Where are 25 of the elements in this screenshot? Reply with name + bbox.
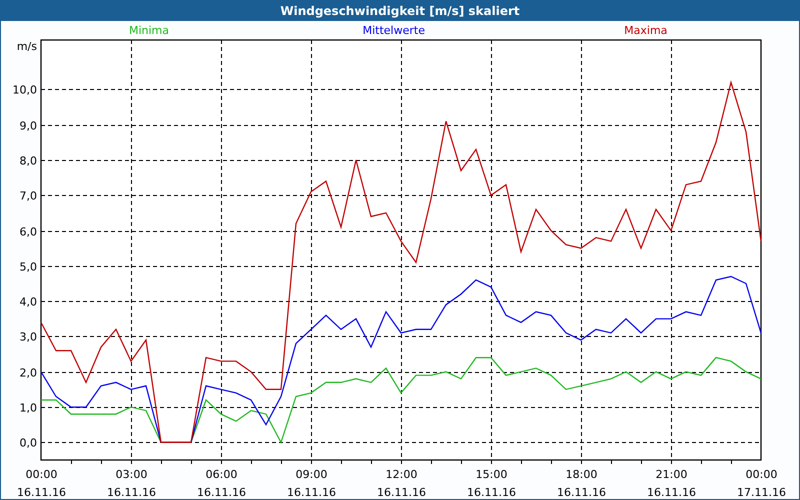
axis-label: 5,0	[20, 260, 37, 274]
axis-label: 06:00 16.11.16	[197, 468, 246, 499]
axis-label: 4,0	[20, 296, 37, 308]
axis-label: 15:00 16.11.16	[467, 468, 516, 499]
axis-label: 18:00 16.11.16	[557, 468, 606, 499]
axis-label: 12:00 16.11.16	[377, 468, 426, 499]
axis-label: 1,0	[20, 402, 37, 414]
axis-label: 3,0	[20, 330, 37, 344]
axis-label: 10,0	[12, 84, 37, 96]
axis-label: 8,0	[20, 154, 37, 168]
window-title: Windgeschwindigkeit [m/s] skaliert	[1, 1, 799, 21]
axis-label: 0,0	[20, 436, 37, 450]
legend-label: Maxima	[624, 24, 668, 37]
axis-title: m/s	[16, 40, 37, 53]
axis-label: 00:00 16.11.16	[17, 468, 66, 499]
legend-label: Mittelwerte	[362, 24, 425, 37]
axis-label: 2,0	[20, 366, 37, 380]
axis-label: 09:00 16.11.16	[287, 468, 336, 499]
axis-label: 03:00 16.11.16	[107, 468, 156, 499]
axis-label: 21:00 16.11.16	[647, 468, 696, 499]
axis-label: 9,0	[20, 120, 37, 132]
legend-label: Minima	[128, 24, 170, 37]
axis-label: 7,0	[20, 190, 37, 202]
axis-label: 00:00 17.11.16	[737, 468, 786, 499]
axis-label: 6,0	[20, 226, 37, 238]
